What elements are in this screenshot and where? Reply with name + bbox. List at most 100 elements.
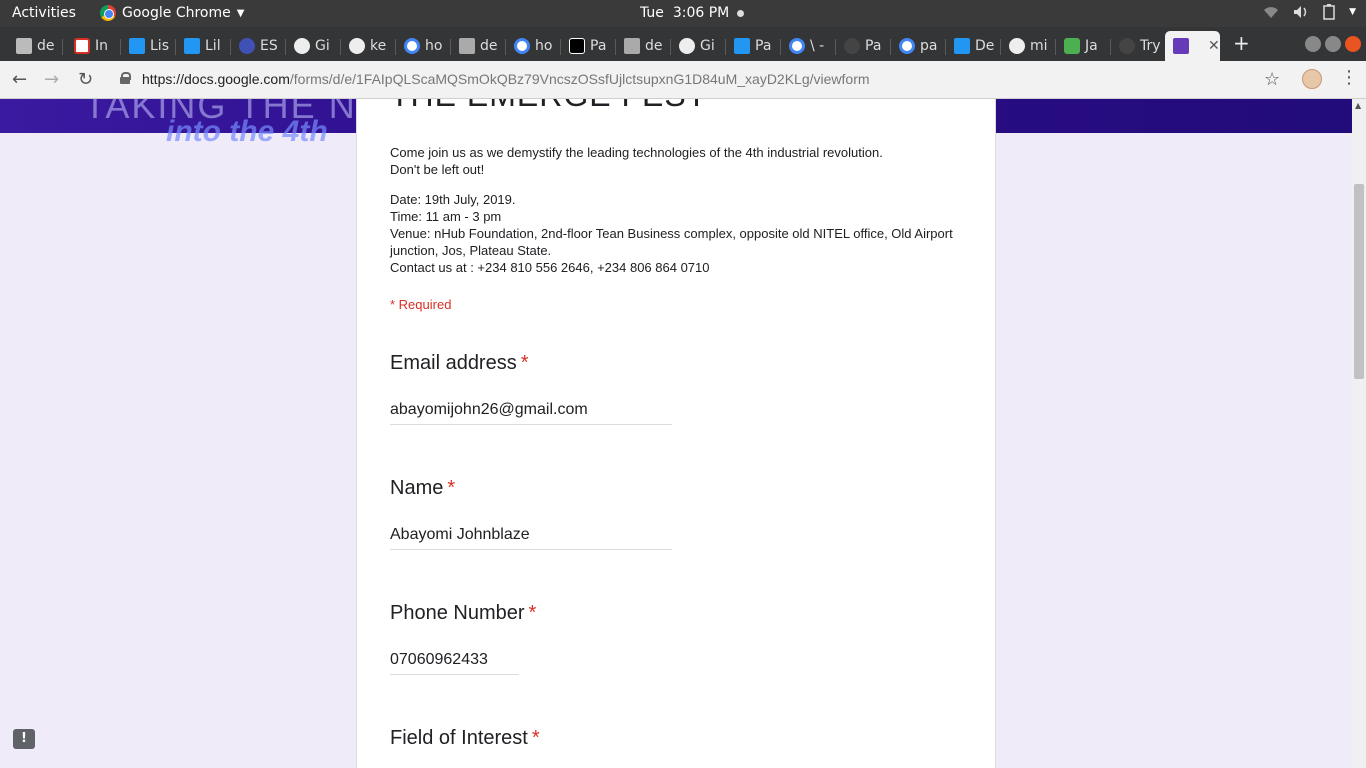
gmail-icon bbox=[74, 38, 90, 54]
phone-field[interactable]: 07060962433 bbox=[390, 651, 519, 675]
banner-subtext: into the 4th bbox=[166, 115, 328, 148]
google-icon bbox=[789, 38, 805, 54]
tab-label: de bbox=[480, 38, 498, 54]
event-date: Date: 19th July, 2019. bbox=[390, 192, 516, 207]
form-intro-line-1: Come join us as we demystify the leading… bbox=[390, 145, 883, 160]
tab-label: ho bbox=[535, 38, 553, 54]
url-path: /forms/d/e/1FAIpQLScaMQSmOkQBz79VncszOSs… bbox=[289, 71, 870, 87]
event-venue-line-1: Venue: nHub Foundation, 2nd-floor Tean B… bbox=[390, 226, 953, 241]
battery-icon bbox=[1323, 4, 1335, 20]
reload-icon[interactable]: ↻ bbox=[78, 69, 93, 90]
required-asterisk: * bbox=[531, 727, 540, 749]
app-menu[interactable]: Google Chrome ▼ bbox=[100, 5, 244, 21]
github-icon bbox=[679, 38, 695, 54]
tab-7[interactable]: ho bbox=[396, 31, 451, 61]
clock[interactable]: Tue 3:06 PM bbox=[640, 5, 744, 21]
page-scrollbar[interactable]: ▲ bbox=[1352, 99, 1366, 768]
report-feedback-icon[interactable]: ! bbox=[13, 729, 35, 749]
close-window-icon[interactable] bbox=[1345, 36, 1361, 52]
chrome-menu-icon[interactable]: ⋮ bbox=[1340, 67, 1358, 88]
tab-1[interactable]: In bbox=[66, 31, 121, 61]
forward-arrow-icon[interactable]: → bbox=[44, 69, 59, 90]
tab-14[interactable]: \ - bbox=[781, 31, 836, 61]
docs-gray-icon bbox=[624, 38, 640, 54]
tab-label: Lis bbox=[150, 38, 169, 54]
tab-13[interactable]: Pa bbox=[726, 31, 781, 61]
page-content: TAKING THE N into the 4th THE EMERGE FES… bbox=[0, 99, 1352, 768]
tab-label: Pa bbox=[865, 38, 882, 54]
tab-11[interactable]: de bbox=[616, 31, 671, 61]
question-label-text: Email address bbox=[390, 352, 517, 374]
tab-9[interactable]: ho bbox=[506, 31, 561, 61]
docs-icon bbox=[954, 38, 970, 54]
tab-label: pa bbox=[920, 38, 938, 54]
tab-label: de bbox=[645, 38, 663, 54]
tab-8[interactable]: de bbox=[451, 31, 506, 61]
tab-15[interactable]: Pa bbox=[836, 31, 891, 61]
required-note: * Required bbox=[390, 297, 452, 312]
system-tray[interactable]: ▼ bbox=[1263, 4, 1356, 20]
green-icon bbox=[1064, 38, 1080, 54]
required-asterisk: * bbox=[528, 602, 537, 624]
github-icon bbox=[294, 38, 310, 54]
tab-17[interactable]: De bbox=[946, 31, 1001, 61]
back-arrow-icon[interactable]: ← bbox=[12, 69, 27, 90]
form-card: THE EMERGE FEST Come join us as we demys… bbox=[356, 99, 996, 768]
tab-5[interactable]: Gi bbox=[286, 31, 341, 61]
event-contact: Contact us at : +234 810 556 2646, +234 … bbox=[390, 260, 710, 275]
tab-4[interactable]: ES bbox=[231, 31, 286, 61]
bookmark-star-icon[interactable]: ☆ bbox=[1264, 69, 1280, 90]
dark-icon bbox=[1119, 38, 1135, 54]
forms-icon bbox=[1173, 38, 1189, 54]
tab-3[interactable]: Lil bbox=[176, 31, 231, 61]
scroll-thumb[interactable] bbox=[1354, 184, 1364, 379]
tab-label: \ - bbox=[810, 38, 825, 54]
required-asterisk: * bbox=[447, 477, 456, 499]
question-label-text: Phone Number bbox=[390, 602, 525, 624]
tab-active-form[interactable]: ✕ bbox=[1165, 31, 1220, 61]
google-icon bbox=[514, 38, 530, 54]
tab-18[interactable]: mi bbox=[1001, 31, 1056, 61]
activities-button[interactable]: Activities bbox=[12, 5, 76, 21]
tab-label: Gi bbox=[700, 38, 715, 54]
event-venue-line-2: junction, Jos, Plateau State. bbox=[390, 243, 552, 258]
lock-icon[interactable] bbox=[120, 72, 131, 84]
tab-19[interactable]: Ja bbox=[1056, 31, 1111, 61]
minimize-window-icon[interactable] bbox=[1305, 36, 1321, 52]
scroll-up-icon[interactable]: ▲ bbox=[1355, 101, 1361, 110]
tab-6[interactable]: ke bbox=[341, 31, 396, 61]
event-time: Time: 11 am - 3 pm bbox=[390, 209, 502, 224]
shield-icon bbox=[239, 38, 255, 54]
google-icon bbox=[899, 38, 915, 54]
tab-12[interactable]: Gi bbox=[671, 31, 726, 61]
maximize-window-icon[interactable] bbox=[1325, 36, 1341, 52]
name-field[interactable]: Abayomi Johnblaze bbox=[390, 526, 672, 550]
docs-gray-icon bbox=[459, 38, 475, 54]
tab-2[interactable]: Lis bbox=[121, 31, 176, 61]
question-email-label: Email address * bbox=[390, 352, 529, 375]
close-tab-icon[interactable]: ✕ bbox=[1208, 38, 1220, 54]
tab-label: Lil bbox=[205, 38, 221, 54]
clock-day: Tue bbox=[640, 5, 664, 21]
tab-10[interactable]: Pa bbox=[561, 31, 616, 61]
address-bar[interactable]: https://docs.google.com/forms/d/e/1FAIpQ… bbox=[142, 71, 870, 87]
question-field-of-interest-label: Field of Interest * bbox=[390, 727, 540, 750]
email-field[interactable]: abayomijohn26@gmail.com bbox=[390, 401, 672, 425]
tab-label: De bbox=[975, 38, 995, 54]
question-name-label: Name * bbox=[390, 477, 455, 500]
new-tab-button[interactable]: + bbox=[1233, 31, 1250, 55]
tab-16[interactable]: pa bbox=[891, 31, 946, 61]
profile-avatar[interactable] bbox=[1302, 69, 1322, 89]
tab-0[interactable]: de bbox=[8, 31, 63, 61]
tab-label: Gi bbox=[315, 38, 330, 54]
chrome-icon bbox=[100, 5, 116, 21]
github-icon bbox=[1009, 38, 1025, 54]
question-label-text: Field of Interest bbox=[390, 727, 528, 749]
form-intro-line-2: Don't be left out! bbox=[390, 162, 485, 177]
tab-label: mi bbox=[1030, 38, 1048, 54]
question-label-text: Name bbox=[390, 477, 444, 499]
tab-20[interactable]: Try bbox=[1111, 31, 1166, 61]
tab-label: ke bbox=[370, 38, 387, 54]
chevron-down-icon: ▼ bbox=[1349, 7, 1356, 17]
google-icon bbox=[404, 38, 420, 54]
